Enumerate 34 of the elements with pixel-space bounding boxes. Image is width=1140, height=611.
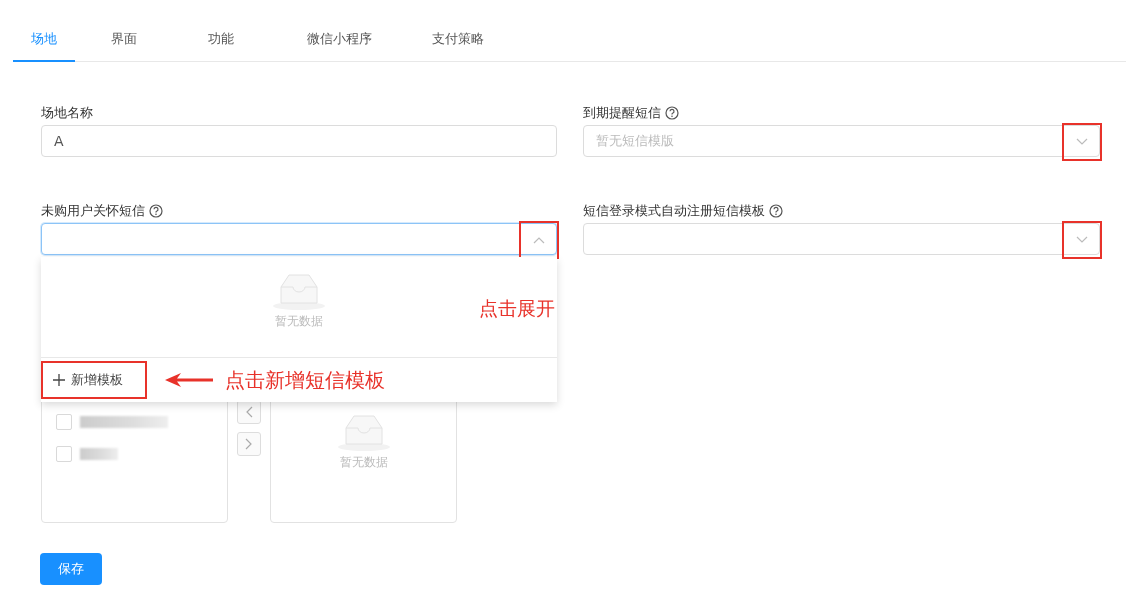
checkbox[interactable] bbox=[56, 414, 72, 430]
caret-annotation-box[interactable] bbox=[1062, 221, 1102, 259]
caret-icon bbox=[533, 236, 545, 244]
blurred-text bbox=[80, 448, 118, 460]
select-field[interactable] bbox=[41, 223, 557, 255]
chevron-left-icon bbox=[245, 406, 253, 418]
help-icon[interactable] bbox=[665, 106, 679, 120]
caret-icon bbox=[1076, 138, 1088, 146]
tab[interactable]: 功能 bbox=[172, 20, 269, 62]
plus-icon bbox=[53, 374, 65, 386]
caret-icon bbox=[1076, 236, 1088, 244]
empty-inbox-icon bbox=[335, 412, 392, 452]
chevron-right-icon bbox=[245, 438, 253, 450]
select-placeholder: 暂无短信模版 bbox=[596, 132, 674, 150]
tab[interactable]: 界面 bbox=[75, 20, 172, 62]
tab[interactable]: 微信小程序 bbox=[269, 20, 409, 62]
arrow-annotation bbox=[165, 373, 213, 387]
tab[interactable]: 支付策略 bbox=[409, 20, 506, 62]
empty-inbox-icon bbox=[271, 271, 327, 311]
field-label: 到期提醒短信 bbox=[583, 104, 661, 122]
help-icon[interactable] bbox=[769, 204, 783, 218]
checkbox[interactable] bbox=[56, 446, 72, 462]
field-label: 场地名称 bbox=[41, 104, 93, 122]
field-label: 未购用户关怀短信 bbox=[41, 202, 145, 220]
empty-text: 暂无数据 bbox=[275, 313, 323, 330]
annotation-text: 点击展开 bbox=[479, 296, 555, 321]
empty-text: 暂无数据 bbox=[339, 454, 388, 471]
text-field[interactable]: A bbox=[41, 125, 557, 157]
add-template-button[interactable]: 新增模板 bbox=[41, 361, 147, 399]
help-icon[interactable] bbox=[149, 204, 163, 218]
caret-annotation-box[interactable] bbox=[1062, 123, 1102, 161]
select-field[interactable] bbox=[583, 223, 1100, 255]
annotation-text: 点击新增短信模板 bbox=[225, 366, 385, 394]
field-label: 短信登录模式自动注册短信模板 bbox=[583, 202, 765, 220]
